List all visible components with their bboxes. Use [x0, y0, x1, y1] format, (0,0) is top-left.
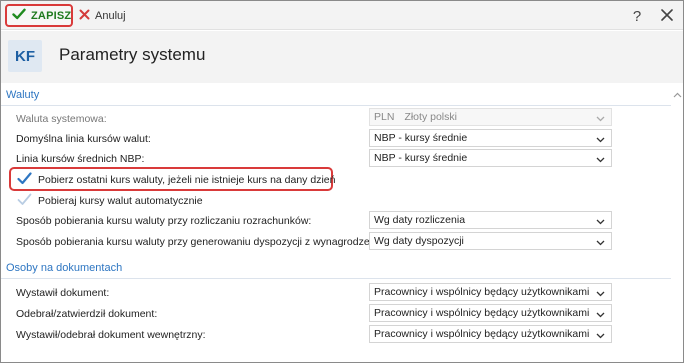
sposob-rozrachunki-select[interactable]: Wg daty rozliczenia [369, 211, 612, 229]
sposob-rozrachunki-label: Sposób pobierania kursu waluty przy rozl… [16, 215, 312, 227]
wystawil-wewn-value: Pracownicy i wspólnicy będący użytkownik… [374, 328, 590, 340]
wystawil-select[interactable]: Pracownicy i wspólnicy będący użytkownik… [369, 283, 612, 301]
odebral-label: Odebrał/zatwierdził dokument: [16, 308, 158, 320]
pobieraj-auto-checkbox[interactable]: Pobieraj kursy walut automatycznie [17, 193, 203, 209]
save-button[interactable]: ZAPISZ [5, 4, 73, 27]
domyslna-linia-label: Domyślna linia kursów walut: [16, 133, 151, 145]
waluta-systemowa-label: Waluta systemowa: [16, 113, 107, 125]
chevron-down-icon [596, 154, 605, 166]
odebral-select[interactable]: Pracownicy i wspólnicy będący użytkownik… [369, 304, 612, 322]
section-osoby[interactable]: Osoby na dokumentach [1, 259, 671, 279]
chevron-down-icon [596, 288, 605, 300]
wystawil-label: Wystawił dokument: [16, 287, 110, 299]
currency-name: Złoty polski [404, 111, 457, 123]
domyslna-linia-value: NBP - kursy średnie [374, 132, 468, 144]
chevron-up-icon[interactable] [673, 89, 682, 101]
checkbox-check-icon [17, 193, 32, 209]
linia-srednich-value: NBP - kursy średnie [374, 152, 468, 164]
wystawil-wewn-select[interactable]: Pracownicy i wspólnicy będący użytkownik… [369, 325, 612, 343]
window-close-icon [661, 8, 673, 24]
section-waluty-label: Waluty [6, 89, 40, 101]
cancel-label: Anuluj [95, 10, 126, 22]
cancel-button[interactable]: Anuluj [79, 6, 126, 26]
page-header: KF Parametry systemu [1, 31, 683, 83]
sposob-dyspozycje-value: Wg daty dyspozycji [374, 235, 464, 247]
check-icon [12, 8, 26, 23]
section-osoby-label: Osoby na dokumentach [6, 262, 123, 274]
linia-srednich-label: Linia kursów średnich NBP: [16, 153, 145, 165]
save-label: ZAPISZ [31, 9, 72, 22]
chevron-down-icon [596, 113, 605, 125]
help-icon: ? [632, 7, 642, 25]
waluta-systemowa-select: PLN Złoty polski [369, 108, 612, 126]
pobierz-ostatni-checkbox[interactable]: Pobierz ostatni kurs waluty, jeżeli nie … [17, 172, 335, 188]
chevron-down-icon [596, 330, 605, 342]
chevron-down-icon [596, 216, 605, 228]
toolbar: ZAPISZ Anuluj ? [1, 1, 683, 30]
chevron-down-icon [596, 309, 605, 321]
sposob-dyspozycje-select[interactable]: Wg daty dyspozycji [369, 232, 612, 250]
odebral-value: Pracownicy i wspólnicy będący użytkownik… [374, 307, 590, 319]
domyslna-linia-select[interactable]: NBP - kursy średnie [369, 129, 612, 147]
pobieraj-auto-label: Pobieraj kursy walut automatycznie [38, 195, 203, 207]
wystawil-value: Pracownicy i wspólnicy będący użytkownik… [374, 286, 590, 298]
linia-srednich-select[interactable]: NBP - kursy średnie [369, 149, 612, 167]
chevron-down-icon [596, 134, 605, 146]
pobierz-ostatni-label: Pobierz ostatni kurs waluty, jeżeli nie … [38, 174, 336, 186]
window-close-button[interactable] [658, 6, 676, 26]
module-badge: KF [8, 40, 42, 72]
chevron-down-icon [596, 237, 605, 249]
close-x-icon [79, 9, 90, 23]
page-title: Parametry systemu [59, 45, 206, 64]
currency-code: PLN [374, 111, 395, 123]
sposob-rozrachunki-value: Wg daty rozliczenia [374, 214, 466, 226]
help-button[interactable]: ? [629, 6, 645, 26]
checkbox-check-icon [17, 172, 32, 188]
sposob-dyspozycje-label: Sposób pobierania kursu waluty przy gene… [16, 236, 379, 248]
section-waluty[interactable]: Waluty [1, 86, 671, 106]
wystawil-wewn-label: Wystawił/odebrał dokument wewnętrzny: [16, 329, 206, 341]
